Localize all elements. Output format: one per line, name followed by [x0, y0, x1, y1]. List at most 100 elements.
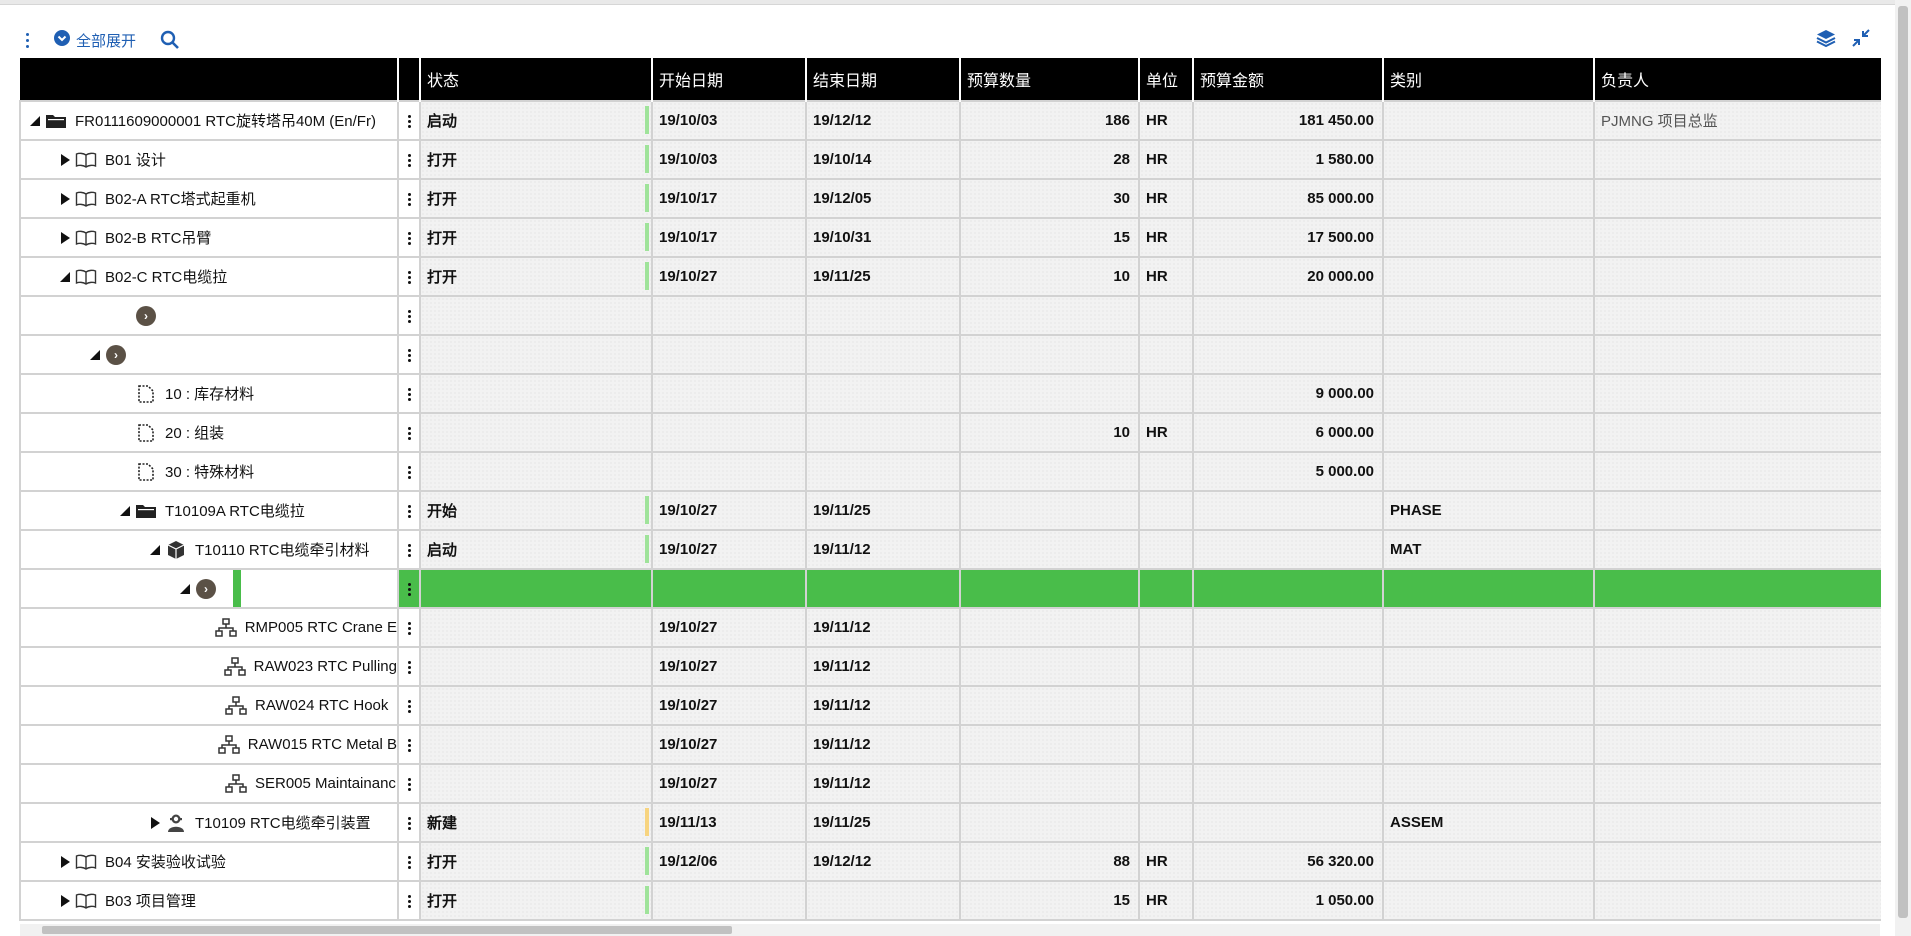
end-date-cell[interactable]: 19/12/12 [805, 841, 961, 882]
start-date-cell[interactable]: 19/10/27 [651, 607, 807, 648]
row-menu-button[interactable] [397, 256, 421, 297]
expand-toggle-icon[interactable] [55, 231, 75, 245]
expand-toggle-icon[interactable] [55, 192, 75, 206]
column-header-owner[interactable]: 负责人 [1594, 58, 1881, 101]
budget-qty-cell[interactable]: 88 [959, 841, 1140, 882]
budget-qty-cell[interactable] [959, 802, 1140, 843]
column-header-budget-amount[interactable]: 预算金额 [1193, 58, 1384, 101]
budget-qty-cell[interactable] [959, 295, 1140, 336]
expand-toggle-icon[interactable] [145, 816, 165, 830]
table-row[interactable]: RMP005 RTC Crane E 19/10/27 19/11/12 [19, 607, 1881, 648]
start-date-cell[interactable] [651, 373, 807, 414]
tree-cell[interactable]: B04 安装验收试验 [19, 841, 399, 882]
end-date-cell[interactable]: 19/11/25 [805, 802, 961, 843]
row-menu-button[interactable] [397, 529, 421, 570]
tree-cell[interactable]: T10110 RTC电缆牵引材料 [19, 529, 399, 570]
column-header-budget-qty[interactable]: 预算数量 [960, 58, 1140, 101]
category-cell[interactable]: PHASE [1382, 490, 1595, 531]
unit-cell[interactable]: HR [1138, 412, 1194, 453]
owner-cell[interactable] [1593, 139, 1881, 180]
table-row[interactable]: › [19, 568, 1881, 609]
start-date-cell[interactable]: 19/10/17 [651, 217, 807, 258]
budget-amount-cell[interactable] [1192, 724, 1384, 765]
end-date-cell[interactable]: 19/11/12 [805, 646, 961, 687]
category-cell[interactable] [1382, 256, 1595, 297]
owner-cell[interactable] [1593, 490, 1881, 531]
budget-amount-cell[interactable]: 181 450.00 [1192, 100, 1384, 141]
table-row[interactable]: B02-B RTC吊臂 打开 19/10/17 19/10/31 15 HR 17 500.… [19, 217, 1881, 258]
tree-cell[interactable]: B02-B RTC吊臂 [19, 217, 399, 258]
status-cell[interactable]: 打开 [419, 178, 653, 219]
toolbar-menu-button[interactable] [20, 29, 34, 51]
status-cell[interactable]: 开始 [419, 490, 653, 531]
unit-cell[interactable] [1138, 724, 1194, 765]
owner-cell[interactable] [1593, 334, 1881, 375]
unit-cell[interactable]: HR [1138, 178, 1194, 219]
status-cell[interactable]: 打开 [419, 880, 653, 921]
budget-amount-cell[interactable] [1192, 802, 1384, 843]
tree-cell[interactable]: B02-C RTC电缆拉 [19, 256, 399, 297]
category-cell[interactable] [1382, 334, 1595, 375]
budget-amount-cell[interactable]: 1 580.00 [1192, 139, 1384, 180]
table-row[interactable]: › [19, 334, 1881, 375]
status-cell[interactable] [419, 412, 653, 453]
unit-cell[interactable] [1138, 802, 1194, 843]
row-menu-button[interactable] [397, 802, 421, 843]
start-date-cell[interactable]: 19/10/27 [651, 763, 807, 804]
budget-amount-cell[interactable]: 17 500.00 [1192, 217, 1384, 258]
start-date-cell[interactable] [651, 880, 807, 921]
column-header-status[interactable]: 状态 [420, 58, 653, 101]
unit-cell[interactable]: HR [1138, 880, 1194, 921]
budget-qty-cell[interactable] [959, 607, 1140, 648]
end-date-cell[interactable]: 19/10/14 [805, 139, 961, 180]
start-date-cell[interactable]: 19/10/27 [651, 490, 807, 531]
start-date-cell[interactable] [651, 334, 807, 375]
category-cell[interactable] [1382, 178, 1595, 219]
tree-cell[interactable]: › [19, 568, 399, 609]
status-cell[interactable] [419, 334, 653, 375]
category-cell[interactable] [1382, 295, 1595, 336]
category-cell[interactable] [1382, 139, 1595, 180]
owner-cell[interactable] [1593, 841, 1881, 882]
table-row[interactable]: RAW024 RTC Hook 19/10/27 19/11/12 [19, 685, 1881, 726]
start-date-cell[interactable] [651, 568, 807, 609]
owner-cell[interactable] [1593, 451, 1881, 492]
horizontal-scroll-thumb[interactable] [42, 926, 732, 934]
tree-cell[interactable]: › [19, 334, 399, 375]
expand-toggle-icon[interactable] [55, 153, 75, 167]
status-cell[interactable] [419, 724, 653, 765]
owner-cell[interactable] [1593, 763, 1881, 804]
unit-cell[interactable]: HR [1138, 217, 1194, 258]
row-menu-button[interactable] [397, 685, 421, 726]
budget-qty-cell[interactable]: 10 [959, 412, 1140, 453]
tree-cell[interactable]: 30 : 特殊材料 [19, 451, 399, 492]
status-cell[interactable]: 启动 [419, 529, 653, 570]
budget-amount-cell[interactable]: 85 000.00 [1192, 178, 1384, 219]
unit-cell[interactable] [1138, 451, 1194, 492]
expand-toggle-icon[interactable] [55, 855, 75, 869]
table-row[interactable]: 20 : 组装 10 HR 6 000.00 [19, 412, 1881, 453]
unit-cell[interactable] [1138, 685, 1194, 726]
collapse-toggle-icon[interactable] [145, 544, 165, 556]
status-cell[interactable]: 打开 [419, 139, 653, 180]
end-date-cell[interactable]: 19/10/31 [805, 217, 961, 258]
row-menu-button[interactable] [397, 607, 421, 648]
owner-cell[interactable] [1593, 724, 1881, 765]
vertical-scroll-thumb[interactable] [1898, 6, 1908, 918]
category-cell[interactable] [1382, 412, 1595, 453]
expand-toggle-icon[interactable] [55, 894, 75, 908]
category-cell[interactable]: MAT [1382, 529, 1595, 570]
table-row[interactable]: RAW015 RTC Metal B 19/10/27 19/11/12 [19, 724, 1881, 765]
start-date-cell[interactable] [651, 451, 807, 492]
category-cell[interactable] [1382, 217, 1595, 258]
row-menu-button[interactable] [397, 412, 421, 453]
table-row[interactable]: FR0111609000001 RTC旋转塔吊40M (En/Fr) 启动 19/1… [19, 100, 1881, 141]
tree-cell[interactable]: RAW024 RTC Hook [19, 685, 399, 726]
row-menu-button[interactable] [397, 490, 421, 531]
category-cell[interactable] [1382, 646, 1595, 687]
end-date-cell[interactable] [805, 334, 961, 375]
table-row[interactable]: B03 项目管理 打开 15 HR 1 050.00 [19, 880, 1881, 921]
status-cell[interactable] [419, 568, 653, 609]
status-cell[interactable]: 启动 [419, 100, 653, 141]
unit-cell[interactable] [1138, 334, 1194, 375]
